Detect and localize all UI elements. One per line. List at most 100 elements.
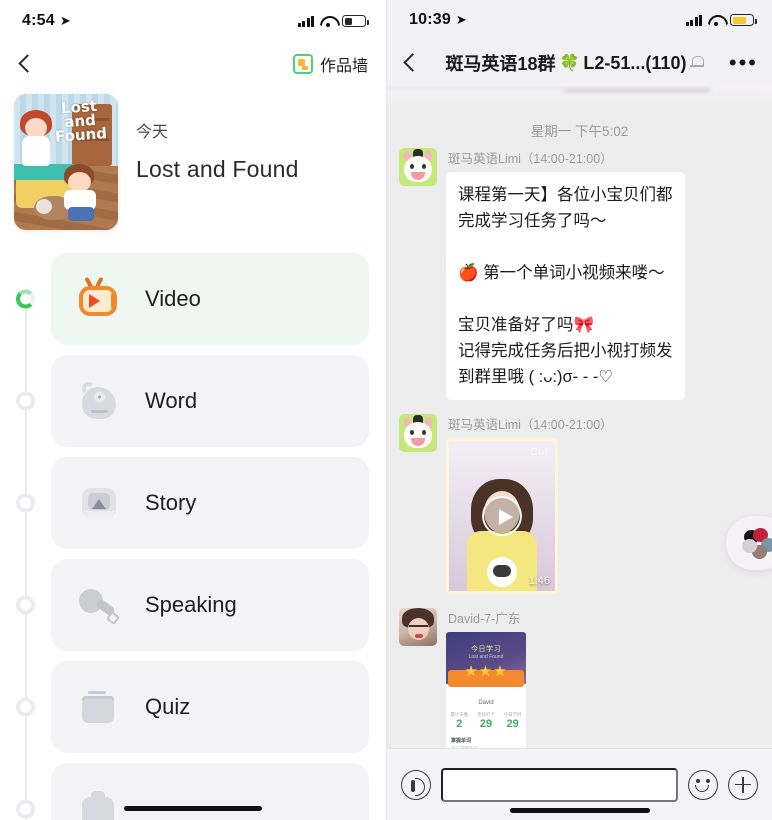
avatar[interactable] xyxy=(399,414,437,452)
play-icon[interactable] xyxy=(482,496,522,536)
step-row-more[interactable] xyxy=(0,760,386,820)
back-chevron-icon[interactable] xyxy=(399,52,421,74)
card-stat: 累计天数 2 xyxy=(450,712,468,730)
card-stat-value: 29 xyxy=(506,718,519,730)
card-user-name: David xyxy=(478,700,494,706)
tv-video-icon xyxy=(77,276,121,321)
message-bubble-text[interactable]: 课程第一天】各位小宝贝们都 完成学习任务了吗～ 🍎 第一个单词小视频来喽～ 宝贝… xyxy=(446,172,685,400)
chat-title: 斑马英语18群 🍀 L2-51...(110) xyxy=(429,50,721,76)
chat-message: 斑马英语Limi（14:00-21:00） 课程第一天】各位小宝贝们都 完成学习… xyxy=(399,148,760,400)
word-audio-icon xyxy=(77,379,121,423)
clover-icon: 🍀 xyxy=(559,55,580,72)
video-watermark: Cut xyxy=(530,447,549,458)
message-sender: David-7-广东 xyxy=(448,612,521,626)
lesson-title: Lost and Found xyxy=(136,156,299,182)
sidebar-item-quiz[interactable]: Quiz xyxy=(51,661,369,753)
step-label-story: Story xyxy=(145,490,197,515)
card-section-title: 掌握单词 xyxy=(451,738,472,744)
chat-message-list[interactable]: 星期一 下午5:02 斑马英语Limi（14:00-21:00） 课程第一天】各… xyxy=(387,104,772,787)
step-dot xyxy=(16,697,35,717)
lesson-cover-image: Lost and Found xyxy=(14,94,118,230)
step-dot xyxy=(16,493,35,513)
chat-nav-bar: 斑马英语18群 🍀 L2-51...(110) ••• xyxy=(387,40,772,86)
battery-charging-icon xyxy=(730,14,757,26)
card-hero-subtitle: Lost and Found xyxy=(468,654,504,660)
step-dot xyxy=(16,595,35,615)
more-dots-icon[interactable]: ••• xyxy=(729,52,758,74)
artwork-wall-label: 作品墙 xyxy=(319,58,368,75)
message-sender: 斑马英语Limi（14:00-21:00） xyxy=(448,152,613,166)
message-video-thumbnail[interactable]: Cut 1:46 xyxy=(446,438,558,594)
card-stat: 连续打卡 29 xyxy=(477,712,495,730)
right-status-time-group: 10:39 ➤ xyxy=(409,11,467,29)
step-row-story[interactable]: Story xyxy=(0,454,386,552)
plus-icon[interactable] xyxy=(728,769,758,800)
cellular-signal-icon xyxy=(297,15,314,27)
right-wechat-panel: 10:39 ➤ 斑马英语18群 🍀 L2-51...(110) ••• 星期一 … xyxy=(386,0,772,820)
floating-widget-button[interactable] xyxy=(726,516,772,570)
quiz-box-icon xyxy=(77,685,121,729)
step-label-speaking: Speaking xyxy=(145,592,237,617)
message-input[interactable] xyxy=(441,767,678,802)
blurred-pinned-strip xyxy=(387,86,772,104)
step-label-video: Video xyxy=(145,286,201,311)
step-dot xyxy=(16,799,35,819)
speaking-mic-icon xyxy=(77,583,121,627)
chat-message-body: 斑马英语Limi（14:00-21:00） Cut 1:46 xyxy=(446,414,613,594)
cellular-signal-icon xyxy=(685,14,702,26)
chat-daystamp: 星期一 下午5:02 xyxy=(530,124,629,139)
step-row-speaking[interactable]: Speaking xyxy=(0,556,386,654)
card-stars: ★★★ xyxy=(464,663,508,680)
sidebar-item-video[interactable]: Video xyxy=(51,253,369,345)
step-dot-active xyxy=(16,289,35,309)
chat-title-name: 斑马英语18群 xyxy=(445,54,556,74)
chat-message: 斑马英语Limi（14:00-21:00） Cut 1:46 xyxy=(399,414,760,594)
left-status-indicators xyxy=(297,15,369,27)
more-step-icon xyxy=(77,787,121,820)
home-indicator xyxy=(509,808,650,813)
step-dot xyxy=(16,391,35,411)
lesson-meta: 今天 Lost and Found xyxy=(136,94,299,230)
back-chevron-icon[interactable] xyxy=(14,53,36,75)
wifi-icon xyxy=(320,15,336,27)
step-label-quiz: Quiz xyxy=(145,694,191,719)
location-arrow-icon: ➤ xyxy=(455,12,468,27)
sidebar-item-more[interactable] xyxy=(51,763,369,820)
lesson-date: 今天 xyxy=(136,124,169,141)
lesson-step-list: Video Word Story Speaking Quiz xyxy=(0,250,386,820)
home-indicator xyxy=(124,806,262,811)
sidebar-item-story[interactable]: Story xyxy=(51,457,369,549)
location-arrow-icon: ➤ xyxy=(59,13,71,28)
chat-title-suffix: L2-51...(110) xyxy=(583,52,687,73)
chat-message-body: 斑马英语Limi（14:00-21:00） 课程第一天】各位小宝贝们都 完成学习… xyxy=(446,148,685,400)
left-status-time-group: 4:54 ➤ xyxy=(22,12,71,30)
voice-input-icon[interactable] xyxy=(401,769,431,800)
step-row-video[interactable]: Video xyxy=(0,250,386,348)
avatar[interactable] xyxy=(399,148,437,186)
right-status-indicators xyxy=(685,14,757,26)
step-row-quiz[interactable]: Quiz xyxy=(0,658,386,756)
card-stats: 累计天数 2 连续打卡 29 今日学时 29 xyxy=(446,712,526,730)
sidebar-item-word[interactable]: Word xyxy=(51,355,369,447)
petals-widget-icon xyxy=(740,528,772,559)
battery-icon xyxy=(342,15,369,27)
artwork-wall-button[interactable]: 作品墙 xyxy=(292,52,368,76)
video-duration: 1:46 xyxy=(528,575,550,587)
avatar[interactable] xyxy=(399,608,437,646)
right-status-bar: 10:39 ➤ xyxy=(387,0,772,40)
left-app-panel: 4:54 ➤ 作品墙 Lost and Found 今天 Lost and Fo… xyxy=(0,0,386,820)
step-row-word[interactable]: Word xyxy=(0,352,386,450)
lesson-header: Lost and Found 今天 Lost and Found xyxy=(0,86,386,230)
card-stat: 今日学时 29 xyxy=(504,712,522,730)
step-label-word: Word xyxy=(145,388,198,413)
emoji-icon[interactable] xyxy=(688,769,718,800)
left-nav-bar: 作品墙 xyxy=(0,42,386,86)
bell-mute-icon xyxy=(690,55,705,71)
story-book-icon xyxy=(77,481,121,525)
wifi-icon xyxy=(708,14,724,26)
artwork-wall-icon xyxy=(292,54,313,74)
sidebar-item-speaking[interactable]: Speaking xyxy=(51,559,369,651)
card-stat-value: 29 xyxy=(479,718,493,730)
left-status-bar: 4:54 ➤ xyxy=(0,0,386,42)
card-stat-value: 2 xyxy=(456,718,463,730)
